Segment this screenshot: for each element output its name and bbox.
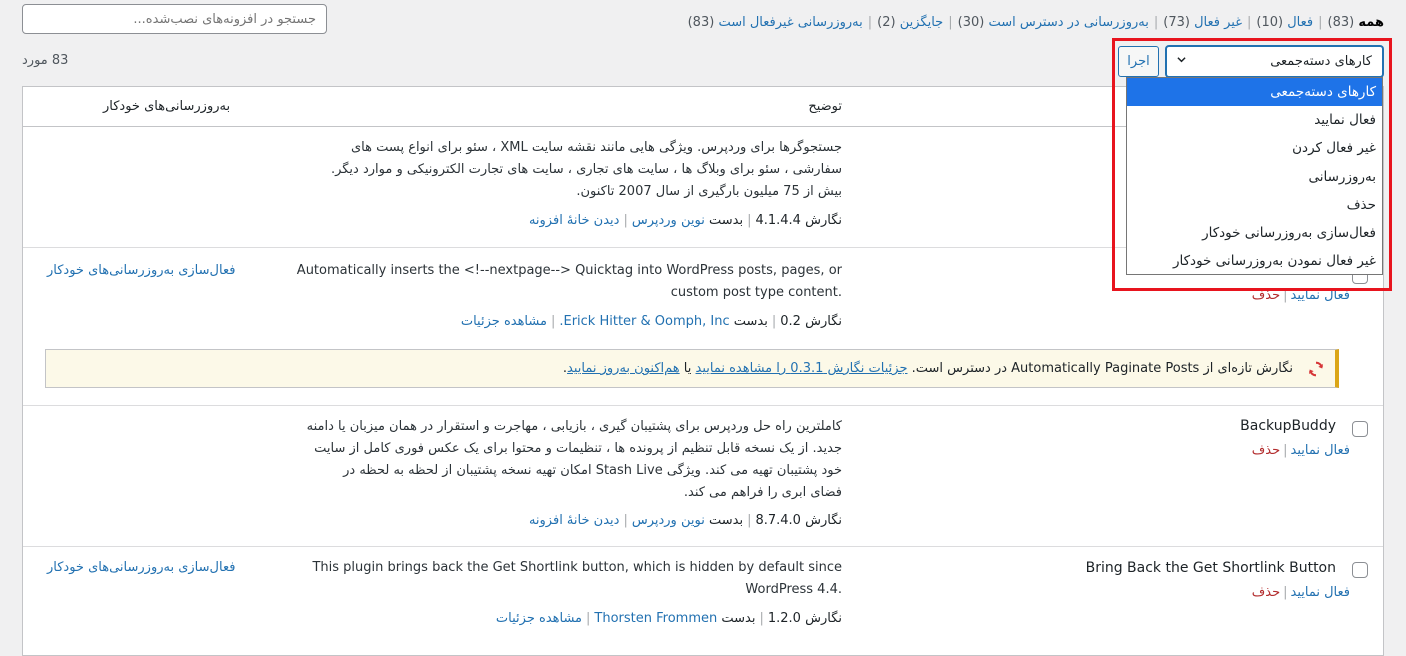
row-checkbox[interactable] <box>1352 421 1368 437</box>
apply-button[interactable]: اجرا <box>1118 46 1159 77</box>
plugin-description: This plugin brings back the Get Shortlin… <box>312 560 842 597</box>
plugin-homepage-link[interactable]: دیدن خانهٔ افزونه <box>529 513 620 528</box>
bulk-option-activate[interactable]: فعال نمایید <box>1127 106 1382 134</box>
enable-autoupdate-link[interactable]: فعال‌سازی به‌روزرسانی‌های خودکار <box>47 560 235 575</box>
plugin-author-link[interactable]: Thorsten Frommen <box>594 611 717 626</box>
bulk-actions-selected: کارهای دسته‌جمعی <box>1270 54 1372 69</box>
plugin-filters: همه (83)|فعال (10)|غیر فعال (73)|به‌روزر… <box>687 15 1384 30</box>
plugin-description: کاملترین راه حل وردپرس برای پشتیبان گیری… <box>306 419 842 500</box>
update-icon <box>1308 361 1324 377</box>
chevron-down-icon <box>1177 57 1186 63</box>
row-checkbox[interactable] <box>1352 562 1368 578</box>
plugin-row-actions: فعال نمایید|حذف <box>1251 443 1350 458</box>
filter-update-available[interactable]: به‌روزرسانی در دسترس است (30) <box>958 15 1149 30</box>
column-header-description: توضیح <box>808 99 842 114</box>
table-row: BackupBuddy فعال نمایید|حذف کاملترین راه… <box>23 405 1383 547</box>
plugin-name: Bring Back the Get Shortlink Button <box>1085 560 1336 576</box>
bulk-option-enable-autoupdate[interactable]: فعال‌سازی به‌روزرسانی خودکار <box>1127 219 1382 247</box>
bulk-option-deactivate[interactable]: غیر فعال کردن <box>1127 134 1382 162</box>
plugin-row-actions: فعال نمایید|حذف <box>1251 585 1350 600</box>
plugin-row-actions: فعال نمایید|حذف <box>1251 288 1350 303</box>
plugin-meta: نگارش 0.2|بدست Erick Hitter & Oomph, Inc… <box>460 314 842 329</box>
bulk-option-update[interactable]: به‌روزرسانی <box>1127 163 1382 191</box>
plugin-search-input[interactable] <box>22 4 327 34</box>
delete-link[interactable]: حذف <box>1252 288 1280 303</box>
plugin-description: جستجوگرها برای وردپرس. ویژگی هایی مانند … <box>330 140 842 199</box>
column-header-autoupdates: به‌روزرسانی‌های خودکار <box>103 99 231 114</box>
plugin-author-link[interactable]: نوین وردپرس <box>632 213 705 228</box>
delete-link[interactable]: حذف <box>1252 443 1280 458</box>
plugin-homepage-link[interactable]: دیدن خانهٔ افزونه <box>529 213 620 228</box>
plugin-description: Automatically inserts the <!--nextpage--… <box>296 263 842 300</box>
filter-active[interactable]: فعال (10) <box>1256 15 1313 30</box>
plugin-details-link[interactable]: مشاهده جزئیات <box>496 611 582 626</box>
activate-link[interactable]: فعال نمایید <box>1291 443 1350 458</box>
bulk-actions-select[interactable]: کارهای دسته‌جمعی <box>1166 46 1383 77</box>
plugin-meta: نگارش 8.7.4.0|بدست نوین وردپرس|دیدن خانه… <box>528 513 842 528</box>
plugin-author-link[interactable]: Erick Hitter & Oomph, Inc. <box>559 314 729 329</box>
bulk-option-delete[interactable]: حذف <box>1127 191 1382 219</box>
table-row: Bring Back the Get Shortlink Button فعال… <box>23 546 1383 655</box>
filter-autoupdate-disabled[interactable]: به‌روزرسانی غیرفعال است (83) <box>688 15 863 30</box>
activate-link[interactable]: فعال نمایید <box>1291 288 1350 303</box>
delete-link[interactable]: حذف <box>1252 585 1280 600</box>
bulk-actions-dropdown: کارهای دسته‌جمعی فعال نمایید غیر فعال کر… <box>1126 77 1383 275</box>
view-version-details-link[interactable]: جزئیات نگارش 0.3.1 را مشاهده نمایید <box>696 361 908 376</box>
filter-dropins[interactable]: جایگزین (2) <box>877 15 943 30</box>
filter-all[interactable]: همه (83) <box>1328 15 1384 30</box>
plugin-meta: نگارش 4.1.4.4|بدست نوین وردپرس|دیدن خانه… <box>528 213 842 228</box>
update-notice: نگارش تازه‌ای از Automatically Paginate … <box>45 349 1339 388</box>
update-now-link[interactable]: هم‌اکنون به‌روز نمایید <box>567 361 680 376</box>
bulk-option-disable-autoupdate[interactable]: غیر فعال نمودن به‌روزرسانی خودکار <box>1127 247 1382 275</box>
items-count: 83 مورد <box>22 53 69 68</box>
update-notice-text: نگارش تازه‌ای از Automatically Paginate … <box>562 361 1293 376</box>
plugin-meta: نگارش 1.2.0|بدست Thorsten Frommen|مشاهده… <box>495 611 842 626</box>
plugin-author-link[interactable]: نوین وردپرس <box>632 513 705 528</box>
filter-inactive[interactable]: غیر فعال (73) <box>1163 15 1242 30</box>
bulk-option-none[interactable]: کارهای دسته‌جمعی <box>1127 78 1382 107</box>
plugin-name: BackupBuddy <box>1240 418 1336 434</box>
plugin-details-link[interactable]: مشاهده جزئیات <box>461 314 547 329</box>
activate-link[interactable]: فعال نمایید <box>1291 585 1350 600</box>
enable-autoupdate-link[interactable]: فعال‌سازی به‌روزرسانی‌های خودکار <box>47 263 235 278</box>
